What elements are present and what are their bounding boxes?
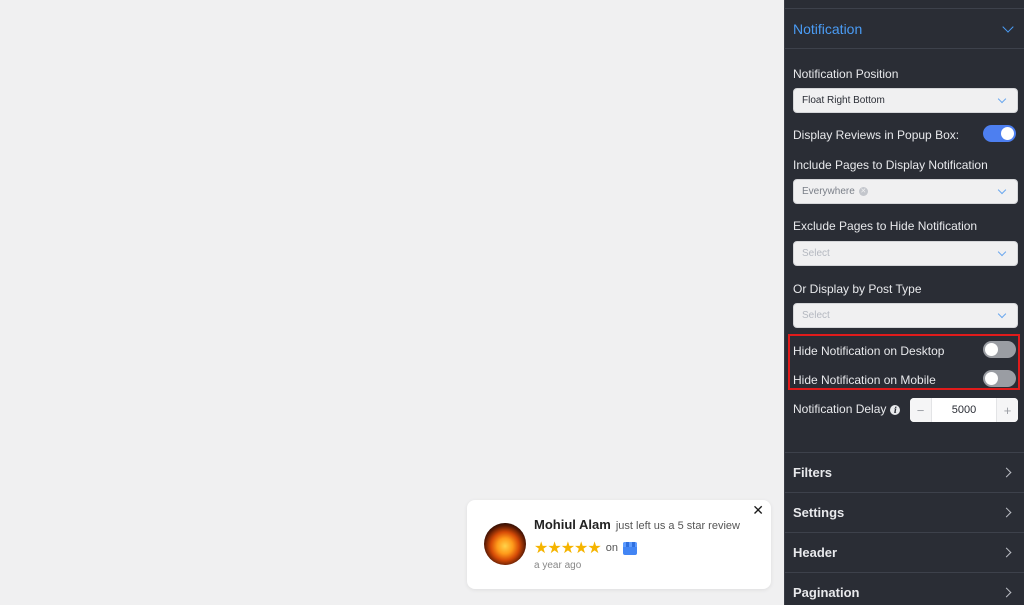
- delay-stepper[interactable]: − 5000 +: [910, 398, 1018, 422]
- delay-value[interactable]: 5000: [932, 398, 996, 422]
- decrement-button[interactable]: −: [910, 398, 932, 422]
- include-pages-select[interactable]: Everywhere ✕: [793, 179, 1018, 204]
- toggle-knob: [985, 343, 998, 356]
- include-pages-label: Include Pages to Display Notification: [793, 158, 988, 172]
- chevron-right-icon: [1001, 507, 1012, 518]
- exclude-pages-label: Exclude Pages to Hide Notification: [793, 219, 978, 233]
- notification-section-header[interactable]: Notification: [785, 9, 1024, 49]
- chevron-right-icon: [1001, 547, 1012, 558]
- hide-desktop-label: Hide Notification on Desktop: [793, 344, 945, 358]
- avatar: [484, 523, 526, 565]
- chevron-down-icon: [997, 185, 1007, 194]
- toggle-knob: [985, 372, 998, 385]
- exclude-pages-select[interactable]: Select: [793, 241, 1018, 266]
- position-value: Float Right Bottom: [802, 95, 885, 106]
- accordion-header[interactable]: Header: [785, 532, 1024, 572]
- post-type-label: Or Display by Post Type: [793, 282, 922, 296]
- delay-label-text: Notification Delay: [793, 402, 887, 416]
- toggle-knob: [1001, 127, 1014, 140]
- display-popup-label: Display Reviews in Popup Box:: [793, 128, 960, 142]
- accordion-label: Header: [793, 545, 838, 560]
- reviewer-name: Mohiul Alam: [534, 517, 611, 532]
- accordion-label: Settings: [793, 505, 845, 520]
- chip-label: Everywhere: [802, 186, 855, 197]
- hide-mobile-toggle[interactable]: [983, 370, 1016, 387]
- google-business-icon: [622, 541, 637, 555]
- on-text: on: [605, 542, 618, 554]
- display-popup-toggle[interactable]: [983, 125, 1016, 142]
- chevron-down-icon: [997, 309, 1007, 318]
- position-select[interactable]: Float Right Bottom: [793, 88, 1018, 113]
- hide-mobile-label: Hide Notification on Mobile: [793, 373, 936, 387]
- section-title: Notification: [793, 20, 863, 37]
- post-type-placeholder: Select: [802, 310, 830, 321]
- everywhere-chip: Everywhere ✕: [802, 186, 999, 197]
- accordion-filters[interactable]: Filters: [785, 452, 1024, 492]
- accordion-settings[interactable]: Settings: [785, 492, 1024, 532]
- increment-button[interactable]: +: [996, 398, 1018, 422]
- review-headline: Mohiul Alam just left us a 5 star review: [534, 517, 740, 532]
- close-icon[interactable]: ✕: [752, 502, 764, 519]
- review-message: just left us a 5 star review: [615, 520, 740, 532]
- delay-label: Notification Delay i: [793, 402, 901, 416]
- position-label: Notification Position: [793, 67, 899, 81]
- chevron-right-icon: [1001, 587, 1012, 598]
- info-icon[interactable]: i: [890, 405, 901, 415]
- hide-desktop-toggle[interactable]: [983, 341, 1016, 358]
- review-time: a year ago: [534, 560, 582, 571]
- chevron-down-icon: [997, 247, 1007, 256]
- settings-panel: Notification Notification Position Float…: [784, 0, 1024, 605]
- accordion-label: Filters: [793, 465, 833, 480]
- rating-row: ★★★★★ on: [534, 538, 637, 558]
- chevron-down-icon: [997, 94, 1007, 103]
- accordion-label: Pagination: [793, 585, 860, 600]
- exclude-pages-placeholder: Select: [802, 248, 830, 259]
- post-type-select[interactable]: Select: [793, 303, 1018, 328]
- chip-remove-icon[interactable]: ✕: [858, 187, 868, 196]
- star-rating: ★★★★★: [534, 540, 602, 557]
- accordion-pagination[interactable]: Pagination: [785, 572, 1024, 605]
- chevron-down-icon: [1002, 20, 1014, 33]
- review-notification-popup[interactable]: ✕ Mohiul Alam just left us a 5 star revi…: [467, 500, 771, 589]
- chevron-right-icon: [1001, 467, 1012, 478]
